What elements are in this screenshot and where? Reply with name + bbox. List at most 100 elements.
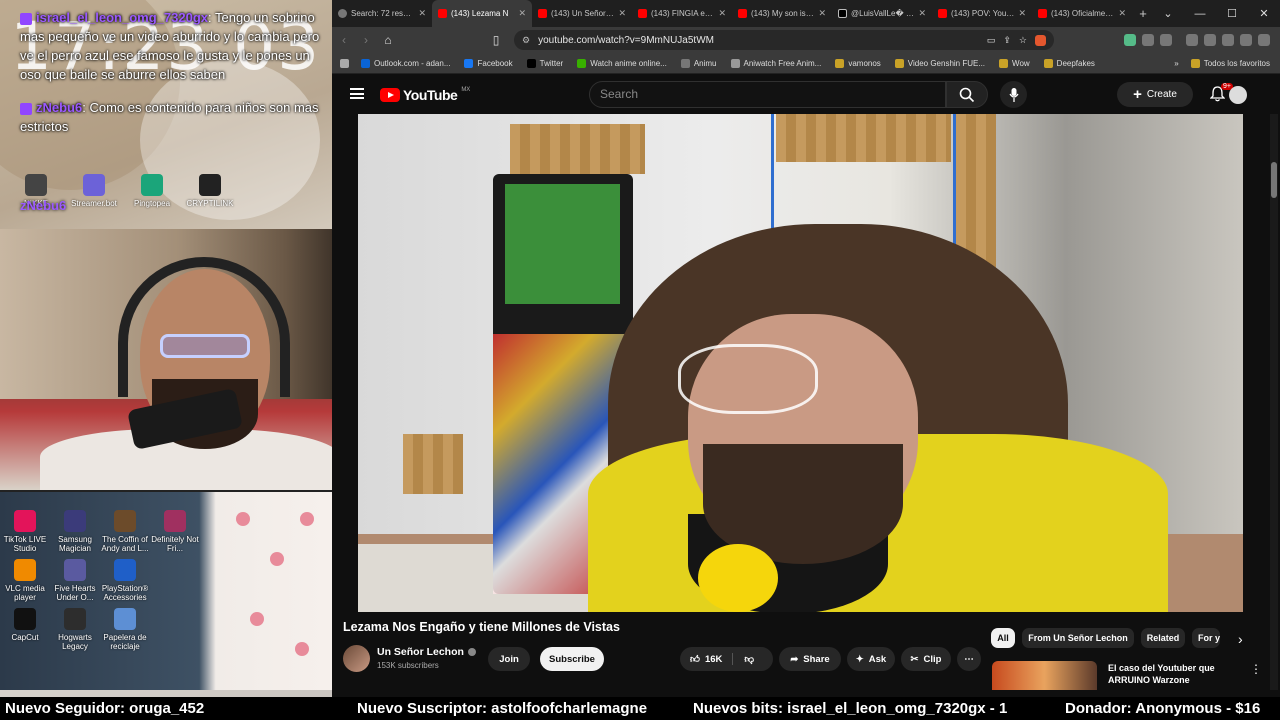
scrollbar[interactable] — [1270, 114, 1278, 690]
tab-close-icon[interactable]: ✕ — [918, 8, 926, 19]
cast-icon[interactable]: ▭ — [987, 35, 996, 46]
sidebar-icon[interactable] — [1160, 34, 1172, 46]
bookmark-item[interactable]: Wow — [999, 58, 1030, 68]
all-bookmarks[interactable]: Todos los favoritos — [1190, 58, 1270, 68]
vpn-icon[interactable] — [1240, 34, 1252, 46]
subscribe-button[interactable]: Subscribe — [540, 647, 604, 671]
tab-close-icon[interactable]: ✕ — [518, 8, 526, 19]
desktop-icon[interactable]: PlayStation® Accessories — [100, 559, 150, 602]
bookmark-item[interactable]: Facebook — [464, 58, 513, 68]
share-page-icon[interactable]: ⇪ — [1003, 35, 1011, 46]
tab-5[interactable]: @LuisVallLe� on X✕ — [832, 0, 932, 27]
chip-related[interactable]: Related — [1141, 628, 1185, 648]
tab-close-icon[interactable]: ✕ — [1018, 8, 1026, 19]
microphone-icon — [1008, 87, 1019, 102]
wallet-icon[interactable] — [1204, 34, 1216, 46]
tab-close-icon[interactable]: ✕ — [618, 8, 626, 19]
create-button[interactable]: + Create — [1117, 82, 1193, 107]
chip-from-channel[interactable]: From Un Señor Lechon — [1022, 628, 1134, 648]
extension-icon[interactable] — [1124, 34, 1136, 46]
bookmark-item[interactable]: Twitter — [526, 58, 563, 68]
ai-icon[interactable] — [1222, 34, 1234, 46]
video-player[interactable] — [358, 114, 1243, 612]
chevron-down-icon[interactable]: ⌄ — [1152, 0, 1184, 27]
bookmark-item[interactable]: Outlook.com - adan... — [361, 58, 450, 68]
tab-2[interactable]: (143) Un Señor Lec ✕ — [532, 0, 632, 27]
chip-all[interactable]: All — [991, 628, 1015, 648]
puzzle-icon[interactable] — [1142, 34, 1154, 46]
tab-close-icon[interactable]: ✕ — [1118, 8, 1126, 19]
desktop-icon[interactable]: Streamer.bot — [68, 174, 120, 208]
desktop-icon[interactable]: TikTok LIVE Studio — [0, 510, 50, 553]
address-bar[interactable]: ⚙ youtube.com/watch?v=9MmNUJa5tWM ▭ ⇪ ☆ — [514, 30, 1054, 50]
menu-icon[interactable] — [1258, 34, 1270, 46]
tab-close-icon[interactable]: ✕ — [718, 8, 726, 19]
bookmark-item[interactable]: Watch anime online... — [577, 58, 667, 68]
apps-icon[interactable] — [340, 58, 349, 68]
desktop-icon[interactable]: The Coffin of Andy and L... — [100, 510, 150, 553]
tab-7[interactable]: (143) Oficialmente ✕ — [1032, 0, 1132, 27]
dislike-button[interactable]: 👎︎ — [738, 653, 754, 665]
search-button[interactable] — [946, 81, 988, 108]
share-button[interactable]: ➦ Share — [779, 647, 841, 671]
bookmark-item[interactable]: vamonos — [835, 58, 881, 68]
voice-search-button[interactable] — [1000, 81, 1027, 108]
notifications-button[interactable]: 9+ — [1209, 83, 1233, 107]
chat-badge-icon — [20, 12, 32, 25]
scrollbar-thumb[interactable] — [1271, 162, 1277, 198]
more-vert-icon[interactable]: ⋮ — [1250, 662, 1262, 676]
music-icon[interactable] — [1186, 34, 1198, 46]
bookmark-label: Video Genshin FUE... — [907, 58, 986, 68]
like-button[interactable]: 👍︎ 16K — [690, 653, 734, 665]
desktop-icon[interactable]: CapCut — [0, 608, 50, 651]
tab-close-icon[interactable]: ✕ — [418, 8, 426, 19]
avatar[interactable] — [1229, 86, 1247, 104]
hamburger-menu-icon[interactable] — [350, 88, 364, 99]
forward-icon[interactable]: › — [356, 30, 376, 50]
bookmark-item[interactable]: Animu — [680, 58, 717, 68]
bookmark-item[interactable]: Deepfakes — [1043, 58, 1095, 68]
chip-for-you[interactable]: For y — [1192, 628, 1220, 648]
desktop-icon[interactable]: Pingtopea — [126, 174, 178, 208]
desktop-icon[interactable]: Papelera de reciclaje — [100, 608, 150, 651]
youtube-favicon-icon — [938, 9, 947, 18]
site-info-icon[interactable]: ⚙ — [522, 35, 530, 46]
bookmarks-more[interactable]: » — [1174, 59, 1178, 68]
chevron-right-icon[interactable]: › — [1238, 631, 1243, 647]
brave-shield-icon[interactable] — [1035, 34, 1046, 46]
maximize-icon[interactable]: ☐ — [1216, 0, 1248, 27]
tab-4[interactable]: (143) My son is a T ✕ — [732, 0, 832, 27]
bookmark-item[interactable]: Aniwatch Free Anim... — [730, 58, 821, 68]
search-input[interactable]: Search — [589, 81, 946, 108]
bookmark-icon[interactable]: ▯ — [486, 30, 506, 50]
back-icon[interactable]: ‹ — [334, 30, 354, 50]
join-button[interactable]: Join — [488, 647, 530, 671]
tab-close-icon[interactable]: ✕ — [818, 8, 826, 19]
tab-0[interactable]: Search: 72 results f ✕ — [332, 0, 432, 27]
new-tab-button[interactable]: + — [1132, 6, 1154, 21]
desktop-icon[interactable]: Definitely Not Fri... — [150, 510, 200, 553]
desktop-icon[interactable]: Five Hearts Under O... — [50, 559, 100, 602]
star-icon[interactable]: ☆ — [1019, 35, 1027, 46]
desktop-icon[interactable]: Samsung Magician — [50, 510, 100, 553]
related-video-thumbnail[interactable] — [992, 661, 1097, 690]
clip-button[interactable]: ✂ Clip — [901, 647, 951, 671]
more-actions-button[interactable]: ⋯ — [957, 647, 981, 671]
channel-avatar[interactable] — [343, 645, 370, 672]
desktop-icon[interactable]: CRYPTILINK — [184, 174, 236, 208]
desktop-icon[interactable]: VLC media player — [0, 559, 50, 602]
tab-6[interactable]: (143) POV: You're a✕ — [932, 0, 1032, 27]
ask-button[interactable]: ✦ Ask — [847, 647, 895, 671]
minimize-icon[interactable]: — — [1184, 0, 1216, 27]
home-icon[interactable]: ⌂ — [378, 30, 398, 50]
bookmark-item[interactable]: Video Genshin FUE... — [894, 58, 986, 68]
desktop-icon-label: Definitely Not Fri... — [151, 535, 199, 553]
close-icon[interactable]: ✕ — [1248, 0, 1280, 27]
related-video-title[interactable]: El caso del Youtuber que ARRUINO Warzone — [1108, 662, 1238, 686]
youtube-logo[interactable]: YouTube MX — [380, 87, 470, 103]
tab-1[interactable]: (143) Lezama N ✕ — [432, 0, 532, 27]
desktop-icon[interactable]: Hogwarts Legacy — [50, 608, 100, 651]
tab-3[interactable]: (143) FINGIA estar ✕ — [632, 0, 732, 27]
channel-name[interactable]: Un Señor Lechon — [377, 646, 476, 658]
youtube-favicon-icon — [1038, 9, 1047, 18]
